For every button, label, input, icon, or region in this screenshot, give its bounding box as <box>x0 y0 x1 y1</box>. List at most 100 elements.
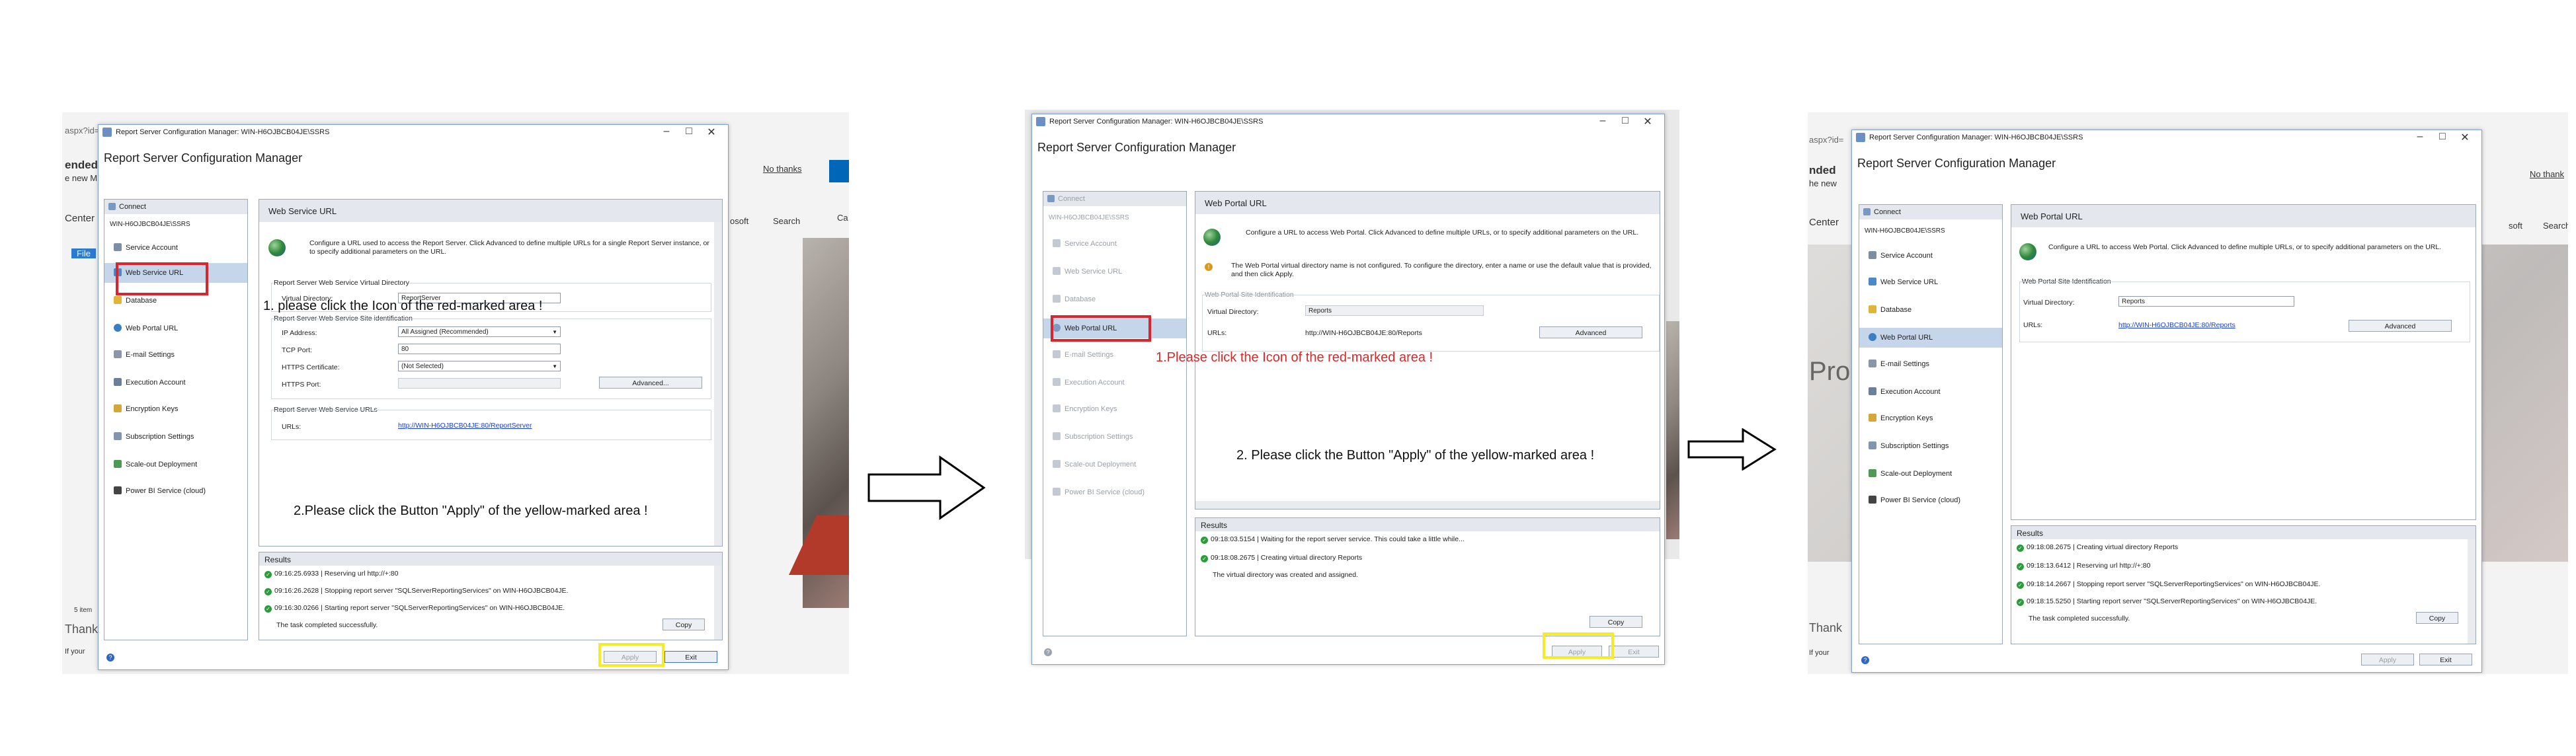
config-window: Report Server Configuration Manager: WIN… <box>98 124 729 670</box>
results-scrollbar[interactable] <box>714 566 722 640</box>
url-fragment: aspx?id= <box>65 126 100 135</box>
sub-fragment: e new M <box>65 173 98 183</box>
results-scrollbar[interactable] <box>2468 539 2475 644</box>
nav-service-account[interactable]: Service Account <box>104 238 247 258</box>
advanced-button[interactable]: Advanced... <box>599 377 702 389</box>
nav-label: Service Account <box>1880 252 1933 260</box>
yellow-marked-area <box>598 643 664 667</box>
nav-label: Database <box>1880 306 1912 314</box>
accent-button[interactable] <box>829 160 849 182</box>
nav-encryption-keys[interactable]: Encryption Keys <box>104 399 247 419</box>
portal-url-link[interactable]: http://WIN-H6OJBCB04JE:80/Reports <box>2118 321 2235 329</box>
nav-database[interactable]: Database <box>1859 300 2002 320</box>
report-server-url-link[interactable]: http://WIN-H6OJBCB04JE:80/ReportServer <box>398 422 532 430</box>
check-icon: ✓ <box>264 588 272 595</box>
nav-subscription-settings[interactable]: Subscription Settings <box>1043 427 1186 447</box>
nav-database[interactable]: Database <box>1043 289 1186 309</box>
tcp-input[interactable]: 80 <box>398 344 561 354</box>
nav-subscription-settings[interactable]: Subscription Settings <box>1859 436 2002 456</box>
close-icon[interactable]: ✕ <box>1639 115 1656 128</box>
nav-web-service-url[interactable]: Web Service URL <box>1043 262 1186 282</box>
red-marked-area <box>116 262 208 295</box>
close-icon[interactable]: ✕ <box>2456 131 2474 144</box>
maximize-icon[interactable]: □ <box>1617 115 1634 127</box>
key-icon <box>114 404 122 412</box>
app-icon <box>1036 117 1045 126</box>
copy-button[interactable]: Copy <box>1590 616 1642 628</box>
nav-web-portal-url[interactable]: Web Portal URL <box>1859 328 2002 348</box>
copy-button[interactable]: Copy <box>663 619 705 630</box>
no-thanks-link[interactable]: No thank <box>2530 169 2564 179</box>
heading-fragment: ended <box>65 159 99 171</box>
minimize-icon[interactable]: – <box>1594 115 1611 127</box>
help-icon[interactable]: ? <box>1044 648 1052 656</box>
nav-label: E-mail Settings <box>1880 360 1929 368</box>
nav-encryption-keys[interactable]: Encryption Keys <box>1859 408 2002 428</box>
result-line: ✓ 09:16:30.0266 | Starting report server … <box>264 604 565 613</box>
horizontal-scrollbar[interactable] <box>1195 501 1660 509</box>
nav-power-bi[interactable]: Power BI Service (cloud) <box>1859 490 2002 510</box>
nav-email-settings[interactable]: E-mail Settings <box>1859 354 2002 374</box>
minimize-icon[interactable]: – <box>2411 131 2429 143</box>
exit-button[interactable]: Exit <box>664 651 717 663</box>
nav-power-bi[interactable]: Power BI Service (cloud) <box>104 481 247 501</box>
nav-label: Web Service URL <box>1880 278 1939 286</box>
exit-button[interactable]: Exit <box>2419 654 2472 665</box>
vdir-group-title: Report Server Web Service Virtual Direct… <box>274 279 410 287</box>
no-thanks-link[interactable]: No thanks <box>763 164 802 174</box>
result-text: 09:16:25.6933 | Reserving url http://+:8… <box>274 570 399 578</box>
close-icon[interactable]: ✕ <box>703 126 720 139</box>
check-icon: ✓ <box>2017 582 2024 589</box>
copy-button[interactable]: Copy <box>2416 612 2458 624</box>
nav-execution-account[interactable]: Execution Account <box>1043 373 1186 393</box>
exit-button[interactable]: Exit <box>1609 646 1659 658</box>
results-panel: Results ✓ 09:18:08.2675 | Creating virtua… <box>2011 525 2476 644</box>
title-bar: Report Server Configuration Manager: WIN… <box>1852 130 2481 145</box>
vertical-scrollbar[interactable] <box>714 222 722 546</box>
help-icon[interactable]: ? <box>1861 656 1869 664</box>
https-port-input[interactable] <box>398 378 561 389</box>
nav-scale-out[interactable]: Scale-out Deployment <box>1043 455 1186 474</box>
chevron-down-icon: ▼ <box>552 363 557 369</box>
nav-service-account[interactable]: Service Account <box>1859 246 2002 266</box>
nav-web-service-url[interactable]: Web Service URL <box>1859 272 2002 292</box>
advanced-button[interactable]: Advanced <box>1539 326 1642 338</box>
site-group <box>2019 282 2470 342</box>
nav-label: Subscription Settings <box>126 433 194 441</box>
minimize-icon[interactable]: – <box>658 126 675 137</box>
nav-power-bi[interactable]: Power BI Service (cloud) <box>1043 482 1186 502</box>
sub-fragment: he new <box>1809 178 1837 188</box>
vdir-input[interactable]: Reports <box>2118 296 2294 307</box>
urls-label: URLs: <box>2023 321 2043 329</box>
nav-web-portal-url[interactable]: Web Portal URL <box>104 319 247 338</box>
help-icon[interactable]: ? <box>106 654 114 662</box>
nav-execution-account[interactable]: Execution Account <box>104 373 247 393</box>
https-cert-select[interactable]: (Not Selected) ▼ <box>398 361 561 371</box>
nav-subscription-settings[interactable]: Subscription Settings <box>104 427 247 447</box>
nav-scale-out[interactable]: Scale-out Deployment <box>1859 464 2002 484</box>
connect-button[interactable]: Connect <box>1859 205 2002 219</box>
apply-button[interactable]: Apply <box>2361 654 2414 665</box>
nav-scale-out[interactable]: Scale-out Deployment <box>104 455 247 474</box>
nav-email-settings[interactable]: E-mail Settings <box>104 345 247 365</box>
maximize-icon[interactable]: □ <box>680 126 698 137</box>
vdir-input[interactable]: Reports <box>1305 305 1484 316</box>
portal-url: http://WIN-H6OJBCB04JE:80/Reports <box>1305 329 1422 337</box>
ip-select[interactable]: All Assigned (Recommended) ▼ <box>398 326 561 337</box>
connect-button[interactable]: Connect <box>1043 192 1186 206</box>
nav-encryption-keys[interactable]: Encryption Keys <box>1043 399 1186 419</box>
maximize-icon[interactable]: □ <box>2434 131 2451 143</box>
https-cert-label: HTTPS Certificate: <box>282 363 340 371</box>
connect-button[interactable]: Connect <box>104 200 247 214</box>
nav-label: E-mail Settings <box>1065 351 1113 359</box>
advanced-button[interactable]: Advanced <box>2349 320 2452 332</box>
result-line: ✓ 09:18:15.5250 | Starting report server … <box>2017 597 2317 606</box>
nav-service-account[interactable]: Service Account <box>1043 234 1186 254</box>
background-photo <box>1666 321 1679 539</box>
panel-1: aspx?id= ended e new M No thanks Center … <box>0 0 860 756</box>
file-menu[interactable]: File <box>71 248 96 258</box>
nav-execution-account[interactable]: Execution Account <box>1859 382 2002 402</box>
nav-label: Scale-out Deployment <box>1880 470 1952 478</box>
app-title: Report Server Configuration Manager <box>104 151 303 165</box>
nav-label: Web Service URL <box>1065 268 1123 276</box>
